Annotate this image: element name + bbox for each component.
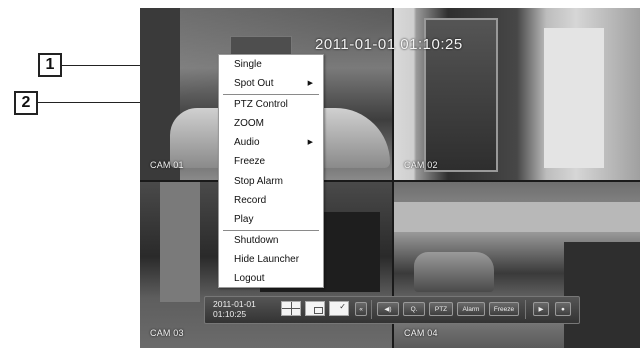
menu-item-stop-alarm[interactable]: Stop Alarm (219, 172, 323, 191)
freeze-button[interactable]: Freeze (489, 302, 519, 316)
scene-pillar (160, 182, 200, 302)
menu-item-label: Logout (234, 273, 265, 285)
menu-item-audio[interactable]: Audio ▶ (219, 133, 323, 152)
zoom-button[interactable]: Q. (403, 302, 425, 316)
menu-item-freeze[interactable]: Freeze (219, 152, 323, 171)
menu-item-label: Single (234, 59, 262, 70)
camera-4-label: CAM 04 (404, 328, 438, 338)
menu-item-zoom[interactable]: ZOOM (219, 114, 323, 133)
split-pip-icon[interactable] (305, 301, 325, 316)
callout-1: 1 (38, 53, 62, 77)
menu-item-single[interactable]: Single (219, 55, 323, 74)
toolbar-divider (371, 300, 372, 319)
launcher-toolbar: 2011-01-01 01:10:25 ✓ « ◀) Q. PTZ Alarm … (204, 296, 580, 324)
record-button[interactable]: ● (555, 302, 571, 316)
camera-2-view[interactable]: CAM 02 (394, 8, 640, 180)
scene-parked-car (414, 252, 494, 292)
camera-1-label: CAM 01 (150, 160, 184, 170)
collapse-button[interactable]: « (355, 302, 367, 316)
alarm-button[interactable]: Alarm (457, 302, 485, 316)
menu-item-spot-out[interactable]: Spot Out ▶ (219, 74, 323, 93)
split-4-icon[interactable] (281, 301, 301, 316)
menu-item-ptz-control[interactable]: PTZ Control (219, 95, 323, 114)
menu-item-play[interactable]: Play (219, 210, 323, 229)
menu-item-label: Audio (234, 137, 260, 149)
toolbar-divider (525, 300, 526, 319)
menu-item-hide-launcher[interactable]: Hide Launcher (219, 250, 323, 269)
menu-item-logout[interactable]: Logout (219, 269, 323, 288)
launcher-time: 01:10:25 (213, 309, 247, 319)
timestamp-overlay: 2011-01-01 01:10:25 (315, 36, 463, 53)
menu-item-shutdown[interactable]: Shutdown (219, 231, 323, 250)
menu-item-label: Play (234, 214, 254, 226)
scene-roof (394, 202, 640, 232)
menu-item-record[interactable]: Record (219, 191, 323, 210)
ptz-button[interactable]: PTZ (429, 302, 453, 316)
play-button[interactable]: ▶ (533, 302, 549, 316)
menu-item-label: Shutdown (234, 234, 279, 246)
scene-panel (544, 28, 604, 168)
camera-3-label: CAM 03 (150, 328, 184, 338)
submenu-arrow-icon: ▶ (307, 80, 313, 88)
menu-item-label: Record (234, 195, 267, 207)
menu-item-label: Freeze (234, 156, 266, 168)
menu-item-label: ZOOM (234, 117, 264, 129)
context-menu: Single Spot Out ▶ PTZ Control ZOOM Audio ▶… (218, 54, 324, 288)
camera-2-label: CAM 02 (404, 160, 438, 170)
audio-button[interactable]: ◀) (377, 302, 399, 316)
menu-item-label: Hide Launcher (234, 253, 300, 265)
scene-entrance (564, 242, 640, 348)
launcher-datetime: 2011-01-01 01:10:25 (213, 299, 277, 319)
menu-item-label: Spot Out (234, 78, 274, 90)
launcher-date: 2011-01-01 (213, 299, 256, 309)
menu-item-label: PTZ Control (234, 98, 288, 110)
callout-2: 2 (14, 91, 38, 115)
split-menu-icon[interactable]: ✓ (329, 301, 349, 316)
submenu-arrow-icon: ▶ (307, 139, 313, 147)
menu-item-label: Stop Alarm (234, 175, 283, 187)
